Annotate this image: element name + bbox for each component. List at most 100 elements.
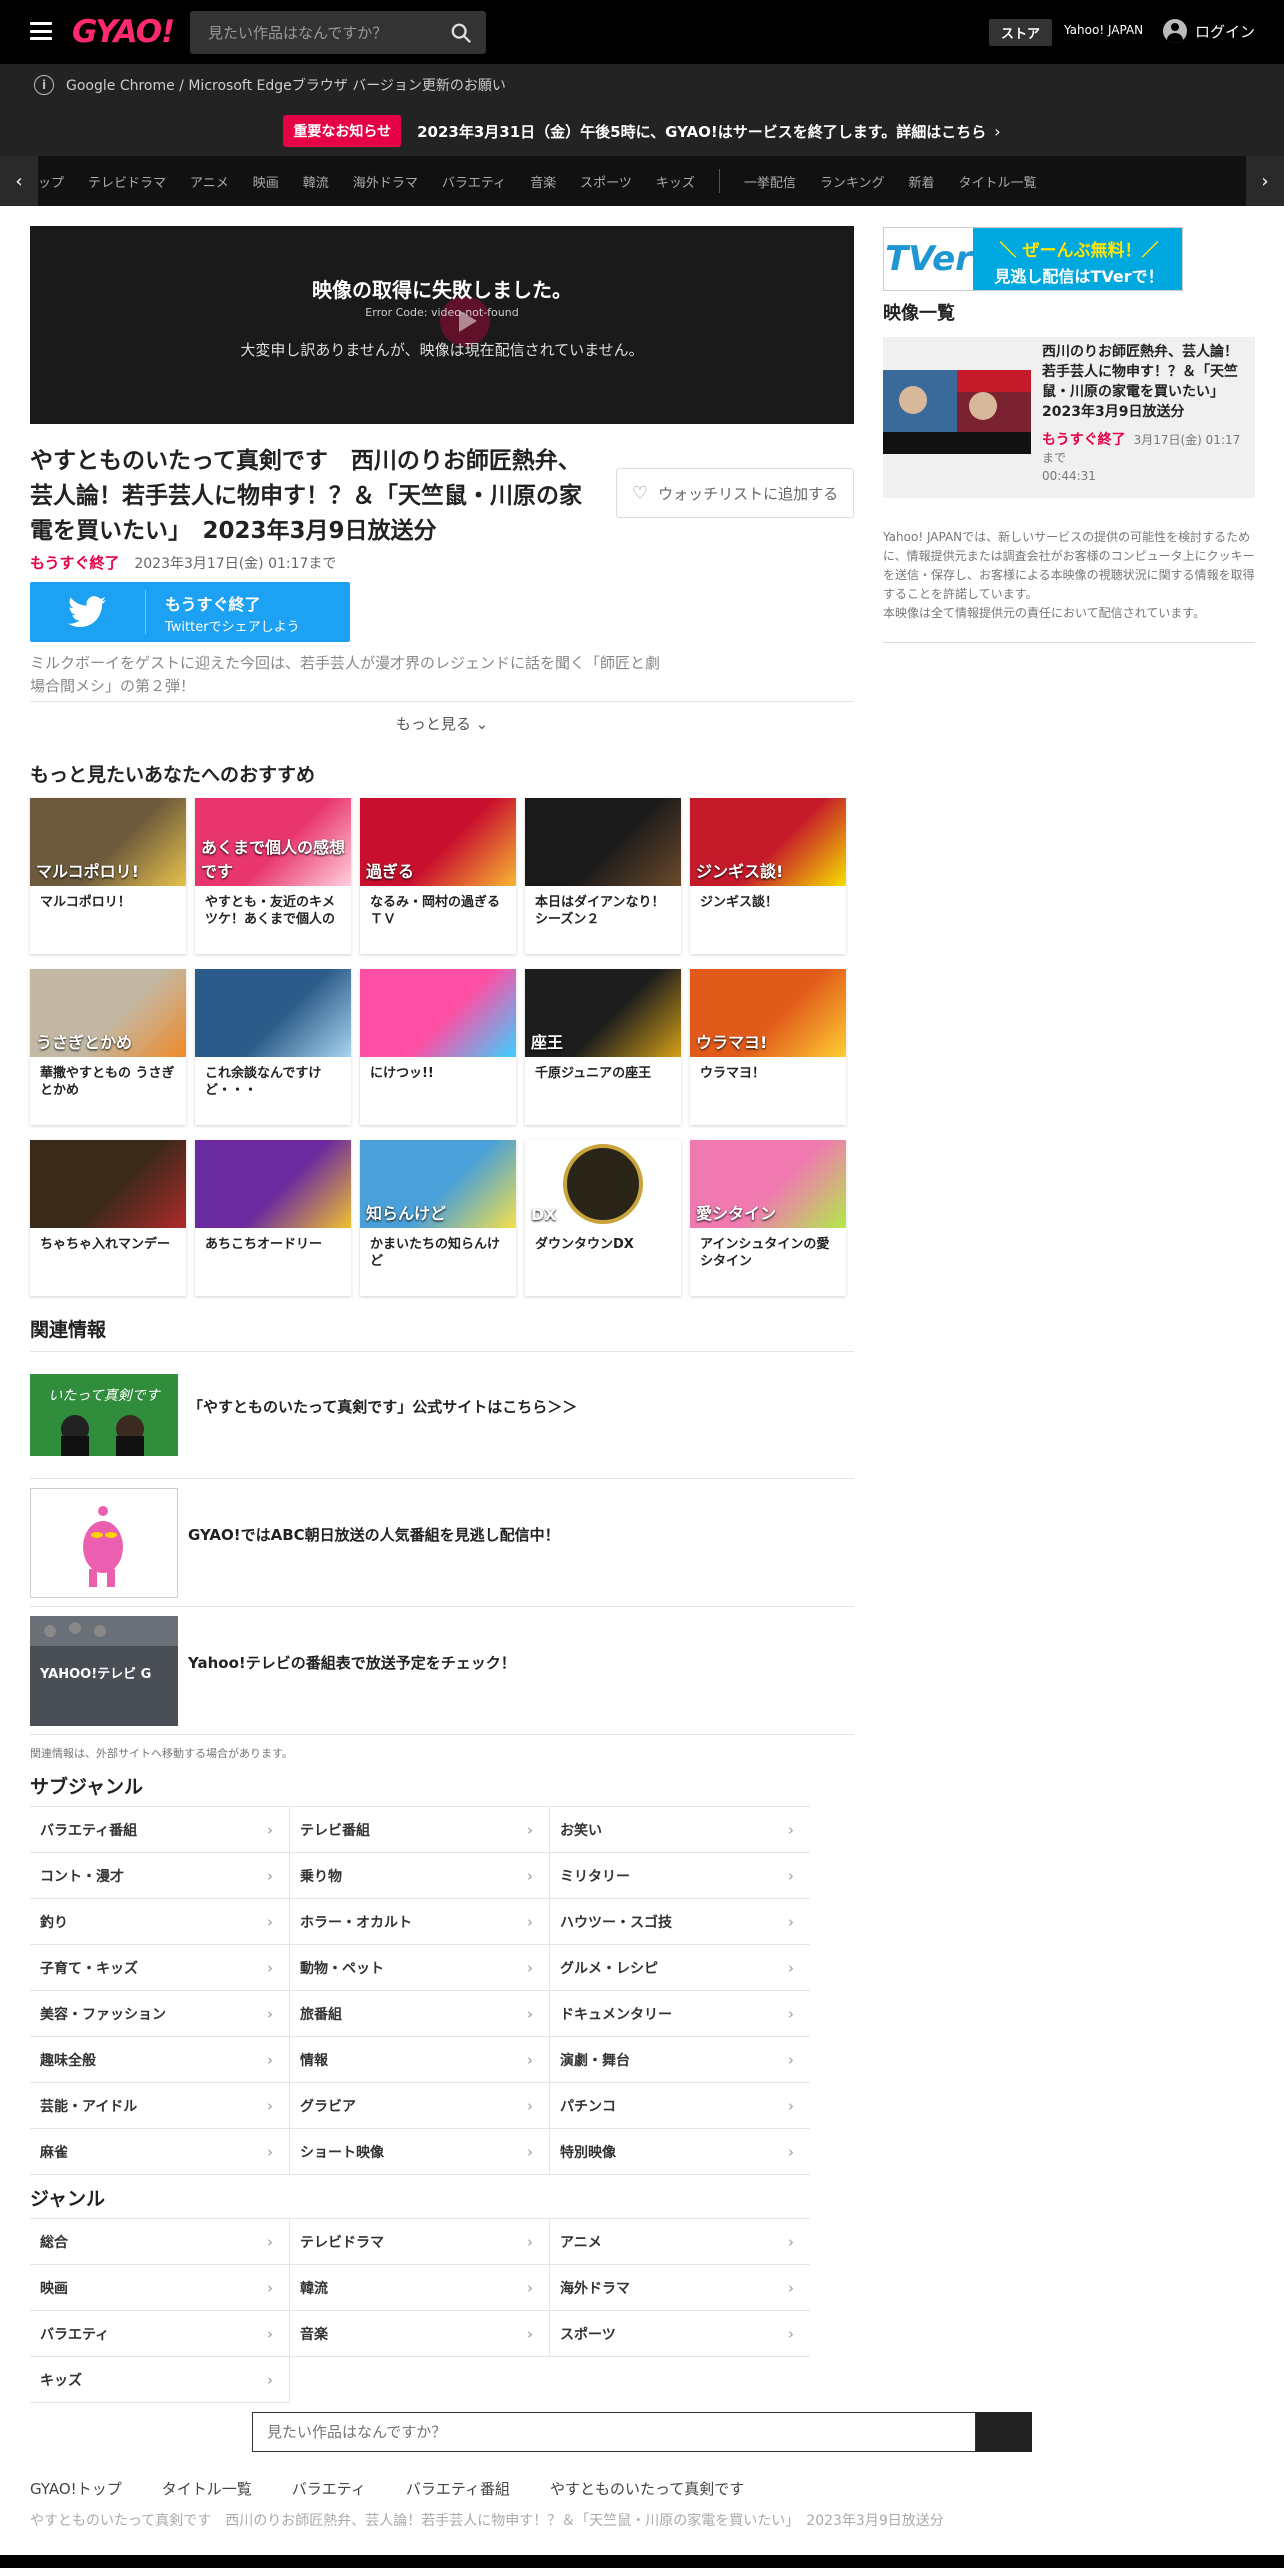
subgenre-item[interactable]: ミリタリー › [550,1853,810,1899]
related-thumb-yahoo-tv[interactable]: YAHOO!テレビ G [30,1616,178,1726]
subgenre-item[interactable]: 特別映像 › [550,2129,810,2175]
subgenre-item[interactable]: 釣り › [30,1899,290,1945]
recommend-card[interactable]: 愛シタイン アインシュタインの愛シタイン [690,1140,846,1296]
genre-item[interactable]: 海外ドラマ › [550,2265,810,2311]
breadcrumb-item[interactable]: やすとものいたって真剣です [550,2478,744,2499]
related-official-link[interactable]: 「やすとものいたって真剣です」公式サイトはこちら＞＞ [188,1396,577,1417]
subgenre-item[interactable]: 動物・ペット › [290,1945,550,1991]
subgenre-item[interactable]: 旅番組 › [290,1991,550,2037]
subgenre-item[interactable]: コント・漫才 › [30,1853,290,1899]
subgenre-item[interactable]: 美容・ファッション › [30,1991,290,2037]
subgenre-item[interactable]: 子育て・キッズ › [30,1945,290,1991]
recommend-card[interactable]: 知らんけど かまいたちの知らんけど [360,1140,516,1296]
nav-item-new[interactable]: 新着 [908,172,934,191]
recommend-card[interactable]: ちゃちゃ入れマンデー [30,1140,186,1296]
nav-item-sports[interactable]: スポーツ [580,172,632,191]
subgenre-item[interactable]: バラエティ番組 › [30,1807,290,1853]
recommend-card[interactable]: 過ぎる なるみ・岡村の過ぎるＴＶ [360,798,516,954]
subgenre-item[interactable]: パチンコ › [550,2083,810,2129]
nav-item-movie[interactable]: 映画 [253,172,279,191]
chevron-right-icon: › [527,2142,533,2161]
nav-item-title-list[interactable]: タイトル一覧 [959,172,1037,191]
recommend-card[interactable]: あくまで個人の感想です やすとも・友近のキメツケ！あくまで個人の [195,798,351,954]
recommend-card[interactable]: あちこちオードリー [195,1140,351,1296]
video-player[interactable]: 映像の取得に失敗しました。 Error Code: video-not-foun… [30,226,854,424]
related-thumb-official[interactable]: いたって真剣です [30,1374,178,1456]
nav-item-anime[interactable]: アニメ [190,172,229,191]
genre-item[interactable]: テレビドラマ › [290,2219,550,2265]
subgenre-item[interactable]: グルメ・レシピ › [550,1945,810,1991]
genre-item[interactable]: 映画 › [30,2265,290,2311]
recommend-title: ダウンタウンDX [535,1237,634,1252]
login-label: ログイン [1195,22,1256,41]
breadcrumb-item[interactable]: タイトル一覧 [162,2478,252,2499]
breadcrumb-item[interactable]: GYAO!トップ [30,2478,122,2499]
genre-item[interactable]: アニメ › [550,2219,810,2265]
related-thumb-abc[interactable] [30,1488,178,1598]
twitter-share-button[interactable]: もうすぐ終了 Twitterでシェアしよう [30,582,350,642]
nav-right-arrow-icon[interactable]: › [1246,156,1284,206]
recommend-card[interactable]: うさぎとかめ 華撒やすともの うさぎとかめ [30,969,186,1125]
recommend-card[interactable]: ジンギス談! ジンギス談！ [690,798,846,954]
recommend-card[interactable]: 本日はダイアンなり！シーズン２ [525,798,681,954]
related-abc-link[interactable]: GYAO!ではABC朝日放送の人気番組を見逃し配信中！ [188,1524,560,1545]
recommend-card[interactable]: これ余談なんですけど・・・ [195,969,351,1125]
genre-item[interactable]: スポーツ › [550,2311,810,2357]
add-watchlist-button[interactable]: ♡ ウォッチリストに追加する [616,468,854,518]
video-duration: 00:44:31 [1042,469,1096,483]
recommend-card[interactable]: 座王 千原ジュニアの座王 [525,969,681,1125]
menu-icon[interactable] [30,22,52,40]
breadcrumb-item[interactable]: バラエティ [292,2478,366,2499]
search-icon[interactable] [450,22,472,44]
nav-item-music[interactable]: 音楽 [530,172,556,191]
subgenre-item[interactable]: お笑い › [550,1807,810,1853]
video-list-item[interactable]: 西川のりお師匠熱弁、芸人論！若手芸人に物申す！？＆「天竺鼠・川原の家電を買いたい… [883,337,1255,498]
genre-label: 韓流 [300,2280,328,2297]
subgenre-item[interactable]: ホラー・オカルト › [290,1899,550,1945]
store-link[interactable]: ストア [989,19,1053,46]
genre-item[interactable]: キッズ › [30,2357,290,2403]
tver-banner[interactable]: TVer ＼ ぜーんぶ無料！／ 見逃し配信はTVerで！ [883,227,1183,291]
recommend-thumbnail: 過ぎる [360,798,516,886]
subgenre-item[interactable]: 麻雀 › [30,2129,290,2175]
important-notice-bar[interactable]: 重要なお知らせ 2023年3月31日（金）午後5時に、GYAO!はサービスを終了… [0,106,1284,156]
nav-item-ranking[interactable]: ランキング [820,172,885,191]
nav-item-top[interactable]: ップ [38,172,64,191]
chevron-right-icon: › [788,1820,794,1839]
gyao-logo[interactable]: GYAO! [72,14,175,50]
subgenre-item[interactable]: 乗り物 › [290,1853,550,1899]
recommend-card[interactable]: DX ダウンタウンDX [525,1140,681,1296]
subgenre-item[interactable]: グラビア › [290,2083,550,2129]
nav-item-foreign-drama[interactable]: 海外ドラマ [353,172,418,191]
related-yahoo-tv-link[interactable]: Yahoo!テレビの番組表で放送予定をチェック！ [188,1652,516,1673]
subgenre-item[interactable]: ハウツー・スゴ技 › [550,1899,810,1945]
nav-item-korean[interactable]: 韓流 [303,172,329,191]
recommend-card[interactable]: にけつッ!! [360,969,516,1125]
browser-update-notice[interactable]: i Google Chrome / Microsoft Edgeブラウザ バージ… [0,64,1284,106]
nav-left-arrow-icon[interactable]: ‹ [0,156,38,206]
genre-item[interactable]: 音楽 › [290,2311,550,2357]
subgenre-item[interactable]: ドキュメンタリー › [550,1991,810,2037]
subgenre-item[interactable]: 情報 › [290,2037,550,2083]
genre-item[interactable]: 韓流 › [290,2265,550,2311]
footer-search-input[interactable] [252,2412,976,2452]
subgenre-item[interactable]: 芸能・アイドル › [30,2083,290,2129]
nav-item-kids[interactable]: キッズ [656,172,695,191]
recommend-card[interactable]: ウラマヨ! ウラマヨ！ [690,969,846,1125]
subgenre-item[interactable]: 演劇・舞台 › [550,2037,810,2083]
genre-item[interactable]: バラエティ › [30,2311,290,2357]
yahoo-japan-link[interactable]: Yahoo! JAPAN [1064,23,1143,37]
breadcrumb-item[interactable]: バラエティ番組 [406,2478,510,2499]
genre-item[interactable]: 総合 › [30,2219,290,2265]
nav-item-drama[interactable]: テレビドラマ [88,172,166,191]
recommend-card[interactable]: マルコポロリ! マルコポロリ！ [30,798,186,954]
login-link[interactable]: ログイン [1163,19,1255,43]
show-more-button[interactable]: もっと見る ⌄ [30,713,854,734]
subgenre-item[interactable]: ショート映像 › [290,2129,550,2175]
nav-item-binge[interactable]: 一挙配信 [744,172,796,191]
nav-item-variety[interactable]: バラエティ [442,172,506,191]
footer-search-button[interactable] [976,2412,1032,2452]
subgenre-item[interactable]: テレビ番組 › [290,1807,550,1853]
subgenre-item[interactable]: 趣味全般 › [30,2037,290,2083]
search-input[interactable] [190,11,440,54]
